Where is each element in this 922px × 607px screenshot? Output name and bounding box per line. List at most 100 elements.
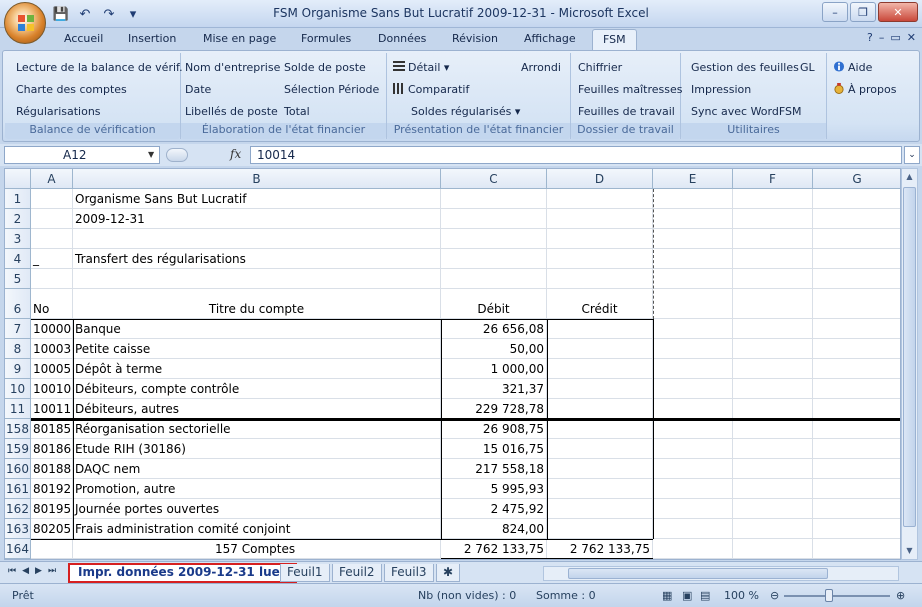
cell[interactable] (813, 439, 900, 459)
cell[interactable] (733, 319, 813, 339)
scroll-down-icon[interactable]: ▼ (902, 543, 917, 559)
cell[interactable] (733, 209, 813, 229)
cell[interactable] (441, 269, 547, 289)
hscroll-thumb[interactable] (568, 568, 828, 579)
cell[interactable]: 15 016,75 (441, 439, 547, 459)
selection-periode-button[interactable]: Sélection Période (284, 83, 379, 96)
minimize-button[interactable]: – (822, 2, 848, 22)
cell[interactable] (653, 229, 733, 249)
tab-insertion[interactable]: Insertion (128, 32, 176, 45)
cell[interactable] (813, 419, 900, 439)
zoom-slider-knob[interactable] (825, 589, 833, 602)
row-header[interactable]: 160 (5, 459, 31, 479)
prev-sheet-icon[interactable]: ◀ (22, 566, 29, 576)
next-sheet-icon[interactable]: ▶ (35, 566, 42, 576)
cell[interactable] (653, 289, 733, 319)
cell[interactable]: Banque (73, 319, 441, 339)
cell[interactable] (733, 399, 813, 419)
gl-button[interactable]: GL (800, 61, 815, 74)
cell[interactable] (547, 459, 653, 479)
cell[interactable] (441, 209, 547, 229)
total-button[interactable]: Total (284, 105, 310, 118)
row-header[interactable]: 162 (5, 499, 31, 519)
cell[interactable] (653, 419, 733, 439)
cell[interactable] (653, 209, 733, 229)
cell[interactable]: Crédit (547, 289, 653, 319)
cell[interactable] (653, 479, 733, 499)
libelles-poste-button[interactable]: Libellés de poste (185, 105, 278, 118)
cell[interactable] (733, 189, 813, 209)
insert-function-icon[interactable]: fx (230, 147, 241, 161)
help-icon[interactable]: ? (867, 31, 873, 44)
cell[interactable] (813, 229, 900, 249)
cell[interactable] (733, 459, 813, 479)
zoom-slider[interactable] (784, 595, 890, 597)
row-header[interactable]: 164 (5, 539, 31, 559)
cell[interactable] (733, 539, 813, 559)
row-header[interactable]: 4 (5, 249, 31, 269)
cell[interactable]: 10010 (31, 379, 73, 399)
formula-input[interactable]: 10014 (250, 146, 902, 164)
impression-button[interactable]: Impression (691, 83, 751, 96)
cell[interactable] (733, 379, 813, 399)
tab-mise-en-page[interactable]: Mise en page (203, 32, 276, 45)
cell[interactable]: Frais administration comité conjoint (73, 519, 441, 539)
cell[interactable]: Organisme Sans But Lucratif (73, 189, 441, 209)
cell[interactable]: 26 908,75 (441, 419, 547, 439)
cell[interactable] (653, 269, 733, 289)
column-header-g[interactable]: G (813, 169, 900, 189)
cell[interactable]: 80186 (31, 439, 73, 459)
column-header-c[interactable]: C (441, 169, 547, 189)
cell[interactable] (813, 249, 900, 269)
close-button[interactable]: ✕ (878, 2, 918, 22)
cell[interactable] (547, 269, 653, 289)
row-header[interactable]: 159 (5, 439, 31, 459)
zoom-out-icon[interactable]: ⊖ (770, 589, 779, 602)
cell[interactable] (653, 249, 733, 269)
cell[interactable] (653, 339, 733, 359)
cell[interactable]: 157 Comptes (73, 539, 441, 559)
cell[interactable] (733, 249, 813, 269)
feuilles-travail-button[interactable]: Feuilles de travail (578, 105, 675, 118)
cell[interactable] (813, 539, 900, 559)
cell[interactable] (73, 229, 441, 249)
cell[interactable] (547, 379, 653, 399)
office-button[interactable] (4, 2, 46, 44)
select-all-corner[interactable] (5, 169, 31, 189)
tab-donnees[interactable]: Données (378, 32, 426, 45)
cell[interactable]: Débiteurs, autres (73, 399, 441, 419)
detail-button[interactable]: Détail ▾ (393, 61, 449, 74)
cell[interactable]: 26 656,08 (441, 319, 547, 339)
soldes-regularises-button[interactable]: Soldes régularisés ▾ (411, 105, 520, 118)
row-header[interactable]: 10 (5, 379, 31, 399)
chiffrier-button[interactable]: Chiffrier (578, 61, 622, 74)
horizontal-scrollbar[interactable] (543, 566, 899, 581)
cell[interactable] (547, 479, 653, 499)
cell[interactable]: Etude RIH (30186) (73, 439, 441, 459)
cell[interactable]: 80192 (31, 479, 73, 499)
name-box[interactable]: A12 (4, 146, 160, 164)
a-propos-button[interactable]: À propos (833, 83, 896, 96)
cell[interactable]: 80185 (31, 419, 73, 439)
cell[interactable] (813, 319, 900, 339)
cell[interactable]: 321,37 (441, 379, 547, 399)
cell[interactable] (813, 209, 900, 229)
cell[interactable]: 80188 (31, 459, 73, 479)
cell[interactable] (653, 399, 733, 419)
cell[interactable] (653, 539, 733, 559)
cell[interactable] (547, 229, 653, 249)
lecture-balance-button[interactable]: Lecture de la balance de vérif. (16, 61, 183, 74)
cell[interactable]: 229 728,78 (441, 399, 547, 419)
cell[interactable] (733, 479, 813, 499)
row-header[interactable]: 7 (5, 319, 31, 339)
column-header-f[interactable]: F (733, 169, 813, 189)
cell[interactable] (733, 419, 813, 439)
tab-formules[interactable]: Formules (301, 32, 351, 45)
cell[interactable] (813, 499, 900, 519)
chevron-down-icon[interactable]: ▼ (148, 150, 154, 159)
charte-comptes-button[interactable]: Charte des comptes (16, 83, 127, 96)
cell[interactable]: Promotion, autre (73, 479, 441, 499)
cell[interactable] (31, 269, 73, 289)
cell[interactable] (547, 209, 653, 229)
cell[interactable]: _ (31, 249, 73, 269)
